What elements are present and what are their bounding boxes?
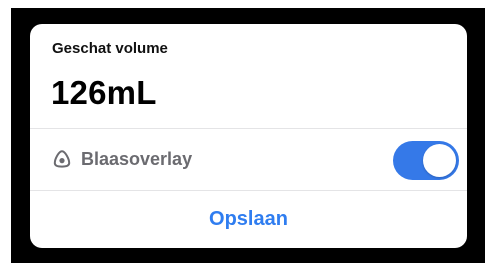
bladder-overlay-row: Blaasoverlay <box>30 129 467 190</box>
toggle-knob <box>423 144 456 177</box>
estimated-volume-value: 126mL <box>51 74 157 111</box>
volume-card: Geschat volume 126mL Blaasoverlay Opslaa… <box>30 24 467 248</box>
bladder-overlay-toggle[interactable] <box>393 141 459 180</box>
bladder-icon <box>52 149 72 169</box>
save-button[interactable]: Opslaan <box>30 191 467 248</box>
bladder-overlay-label: Blaasoverlay <box>81 149 193 169</box>
estimated-volume-label: Geschat volume <box>52 40 168 57</box>
